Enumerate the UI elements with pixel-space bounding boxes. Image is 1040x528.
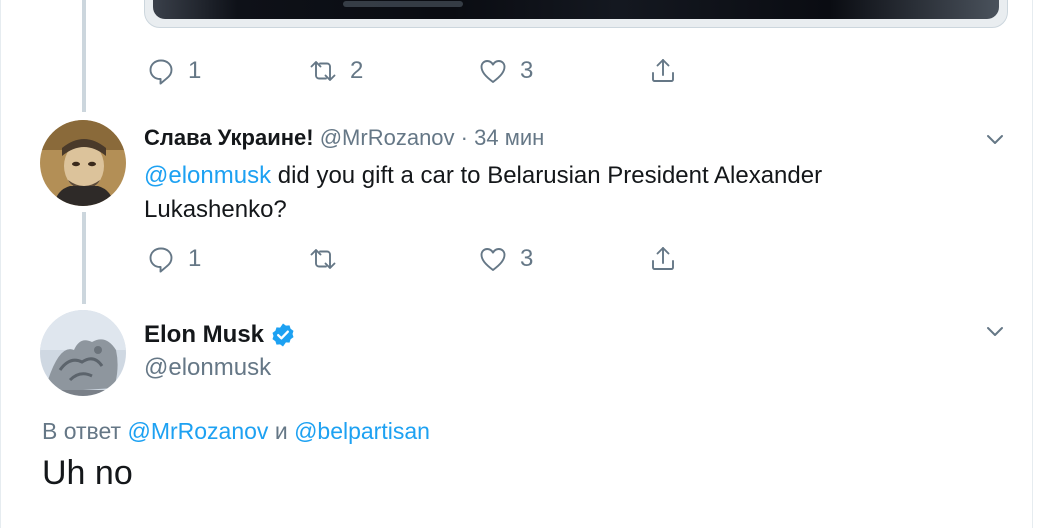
chevron-down-icon xyxy=(987,135,1003,144)
reply-text-line1: did you gift a car to Belarusian Preside… xyxy=(277,162,823,189)
reply-timestamp[interactable]: 34 мин xyxy=(474,125,544,150)
like-count: 3 xyxy=(520,57,534,84)
verified-badge-icon xyxy=(272,323,294,347)
reply-context-mention-1[interactable]: @MrRozanov xyxy=(127,418,268,444)
main-tweet-text: Uh no xyxy=(42,454,133,492)
share-icon xyxy=(652,59,674,82)
like-icon xyxy=(480,60,506,83)
portrait-avatar-image xyxy=(40,120,126,206)
retweet-icon xyxy=(310,61,336,81)
reply-header: Слава Украине! @MrRozanov · 34 мин xyxy=(144,121,544,155)
like-count: 3 xyxy=(520,245,534,272)
share-icon xyxy=(652,247,674,270)
main-author-handle[interactable]: @elonmusk xyxy=(144,351,271,385)
reply-context: В ответ @MrRozanov и @belpartisan xyxy=(42,414,430,448)
reply-icon xyxy=(149,59,173,85)
avatar-elonmusk[interactable] xyxy=(40,310,126,396)
reply-text-line2: Lukashenko? xyxy=(144,196,287,223)
timeline-right-border xyxy=(1032,0,1033,528)
reply-context-prefix: В ответ xyxy=(42,418,122,444)
like-button[interactable]: 3 xyxy=(478,244,533,274)
reply-button[interactable]: 1 xyxy=(146,56,201,86)
retweet-button[interactable] xyxy=(308,244,338,274)
reply-icon xyxy=(149,247,173,273)
thread-line-middle xyxy=(82,212,86,304)
mention-link[interactable]: @elonmusk xyxy=(144,162,271,189)
reply-context-mention-2[interactable]: @belpartisan xyxy=(294,418,430,444)
reply-count: 1 xyxy=(188,57,202,84)
reply-context-conjunction: и xyxy=(274,418,288,444)
retweet-icon xyxy=(310,249,336,269)
timeline-left-border xyxy=(0,0,1,528)
main-menu-button[interactable] xyxy=(984,320,1006,342)
avatar-mrrozanov[interactable] xyxy=(40,120,126,206)
like-icon xyxy=(480,248,506,271)
reply-button[interactable]: 1 xyxy=(146,244,201,274)
tweet-media-image[interactable] xyxy=(144,0,1008,28)
main-author-name[interactable]: Elon Musk xyxy=(144,318,296,352)
reply-author-name[interactable]: Слава Украине! xyxy=(144,125,314,150)
reply-text: @elonmusk did you gift a car to Belarusi… xyxy=(144,159,822,227)
retweet-button[interactable]: 2 xyxy=(308,56,363,86)
main-author-name-text: Elon Musk xyxy=(144,321,265,348)
reply-count: 1 xyxy=(188,245,202,272)
share-button[interactable] xyxy=(648,244,678,274)
reply-author-handle[interactable]: @MrRozanov xyxy=(320,125,455,150)
chevron-down-icon xyxy=(987,327,1003,336)
retweet-count: 2 xyxy=(350,57,364,84)
reply-header-separator: · xyxy=(460,125,468,150)
sculpture-avatar-image xyxy=(40,310,126,396)
reply-menu-button[interactable] xyxy=(984,128,1006,150)
share-button[interactable] xyxy=(648,56,678,86)
like-button[interactable]: 3 xyxy=(478,56,533,86)
car-photo xyxy=(153,0,999,19)
thread-line-top xyxy=(82,0,86,112)
